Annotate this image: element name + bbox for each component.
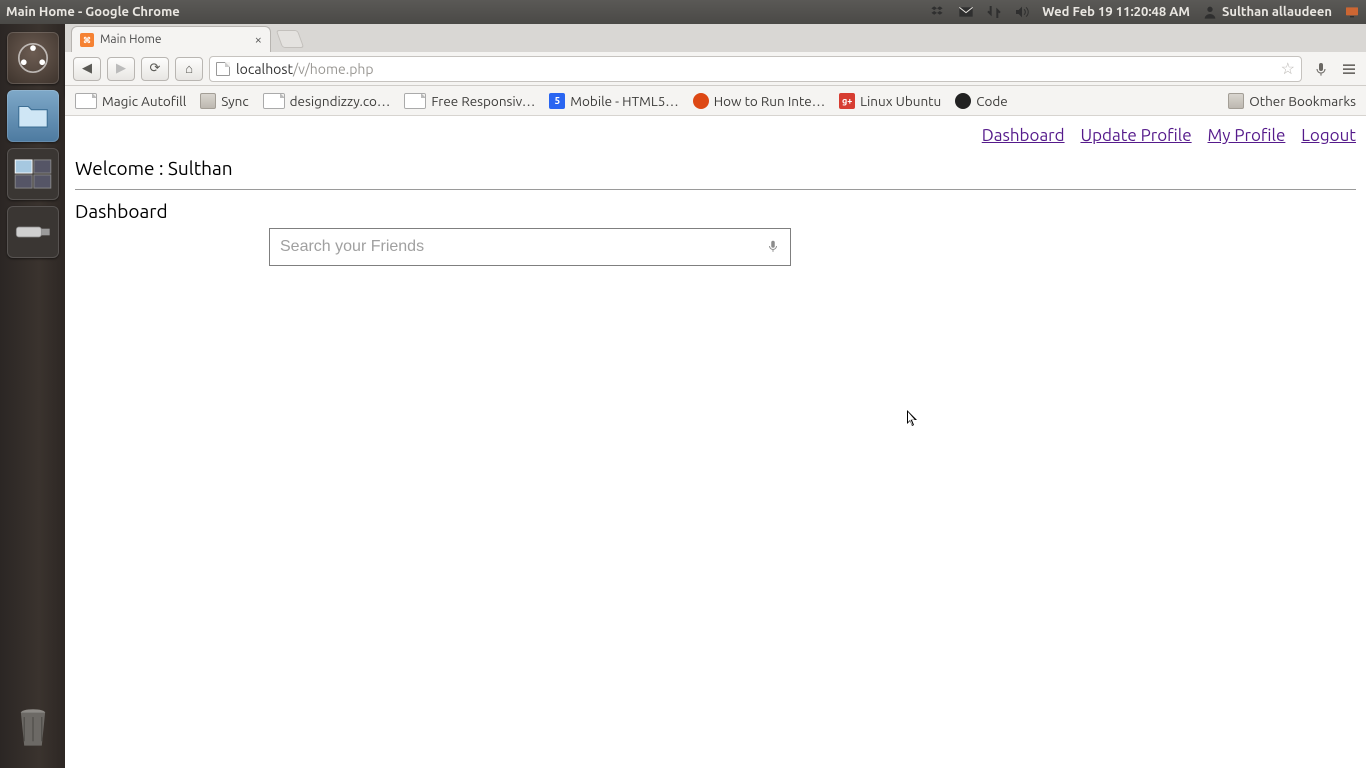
chrome-toolbar: ◀ ▶ ⟳ ⌂ localhost/v/home.php ☆: [65, 52, 1366, 86]
ubuntu-menubar: Main Home - Google Chrome Wed Feb 19 11:…: [0, 0, 1366, 24]
new-tab-button[interactable]: [276, 30, 305, 48]
tab-title: Main Home: [100, 33, 161, 46]
page-icon: [75, 93, 97, 109]
page-content: Dashboard Update Profile My Profile Logo…: [65, 116, 1366, 768]
bookmark-label: Sync: [221, 93, 248, 109]
bookmark-linux-ubuntu[interactable]: g+ Linux Ubuntu: [839, 93, 941, 109]
bookmark-label: Code: [976, 93, 1008, 109]
chrome-menu-icon[interactable]: [1340, 60, 1358, 78]
ubuntu-icon: [693, 93, 709, 109]
bookmark-how-to-run[interactable]: How to Run Inte…: [693, 93, 825, 109]
bookmark-sync[interactable]: Sync: [200, 93, 248, 109]
link-my-profile[interactable]: My Profile: [1208, 126, 1286, 145]
tab-favicon: ⌘: [80, 33, 94, 47]
home-button[interactable]: ⌂: [175, 57, 203, 81]
user-menu[interactable]: Sulthan allaudeen: [1202, 4, 1332, 20]
other-bookmarks[interactable]: Other Bookmarks: [1228, 93, 1356, 109]
bookmark-designdizzy[interactable]: designdizzy.co…: [263, 93, 391, 109]
bookmark-label: Magic Autofill: [102, 93, 186, 109]
tab-close-icon[interactable]: ×: [255, 33, 262, 47]
gplus-icon: g+: [839, 93, 855, 109]
page-icon: [263, 93, 285, 109]
page-icon: [216, 62, 230, 76]
launcher-dash[interactable]: [7, 32, 59, 84]
folder-icon: [200, 93, 216, 109]
unity-launcher: [0, 24, 65, 768]
network-icon[interactable]: [986, 4, 1002, 20]
mail-icon[interactable]: [958, 4, 974, 20]
clock[interactable]: Wed Feb 19 11:20:48 AM: [1042, 5, 1190, 19]
username-label: Sulthan allaudeen: [1222, 5, 1332, 19]
github-icon: [955, 93, 971, 109]
bookmark-label: Mobile - HTML5…: [570, 93, 678, 109]
url-text: localhost/v/home.php: [236, 61, 1275, 77]
back-button[interactable]: ◀: [73, 57, 101, 81]
chrome-tabstrip: ⌘ Main Home ×: [65, 24, 1366, 52]
browser-tab[interactable]: ⌘ Main Home ×: [71, 26, 271, 52]
volume-icon[interactable]: [1014, 4, 1030, 20]
address-bar[interactable]: localhost/v/home.php ☆: [209, 56, 1302, 82]
bookmarks-bar: Magic Autofill Sync designdizzy.co… Free…: [65, 86, 1366, 116]
svg-text:⌘: ⌘: [83, 36, 91, 45]
window-title: Main Home - Google Chrome: [6, 5, 180, 19]
bookmark-magic-autofill[interactable]: Magic Autofill: [75, 93, 186, 109]
page-icon: [404, 93, 426, 109]
launcher-trash[interactable]: [7, 702, 59, 754]
reload-button[interactable]: ⟳: [141, 57, 169, 81]
link-dashboard[interactable]: Dashboard: [982, 126, 1065, 145]
shutdown-icon[interactable]: [1344, 4, 1360, 20]
link-update-profile[interactable]: Update Profile: [1080, 126, 1191, 145]
launcher-usb[interactable]: [7, 206, 59, 258]
system-tray: Wed Feb 19 11:20:48 AM Sulthan allaudeen: [930, 4, 1360, 20]
voice-search-icon[interactable]: [1312, 60, 1330, 78]
folder-icon: [1228, 93, 1244, 109]
bookmark-free-responsive[interactable]: Free Responsiv…: [404, 93, 535, 109]
mic-icon[interactable]: [766, 237, 780, 258]
bookmark-label: Linux Ubuntu: [860, 93, 941, 109]
top-links: Dashboard Update Profile My Profile Logo…: [75, 126, 1356, 151]
dropbox-icon[interactable]: [930, 4, 946, 20]
bookmark-label: Free Responsiv…: [431, 93, 535, 109]
html5-icon: 5: [549, 93, 565, 109]
bookmark-label: designdizzy.co…: [290, 93, 391, 109]
forward-button[interactable]: ▶: [107, 57, 135, 81]
link-logout[interactable]: Logout: [1301, 126, 1356, 145]
bookmark-mobile-html5[interactable]: 5 Mobile - HTML5…: [549, 93, 678, 109]
bookmark-code[interactable]: Code: [955, 93, 1008, 109]
bookmark-label: How to Run Inte…: [714, 93, 825, 109]
welcome-text: Welcome : Sulthan: [75, 151, 1356, 189]
section-title: Dashboard: [75, 190, 1356, 230]
launcher-workspace[interactable]: [7, 148, 59, 200]
search-input[interactable]: [280, 238, 766, 256]
bookmark-star-icon[interactable]: ☆: [1281, 59, 1295, 78]
chrome-window: ⌘ Main Home × ◀ ▶ ⟳ ⌂ localhost/v/home.p…: [65, 24, 1366, 768]
search-box[interactable]: [269, 228, 791, 266]
launcher-files[interactable]: [7, 90, 59, 142]
bookmark-label: Other Bookmarks: [1249, 93, 1356, 109]
